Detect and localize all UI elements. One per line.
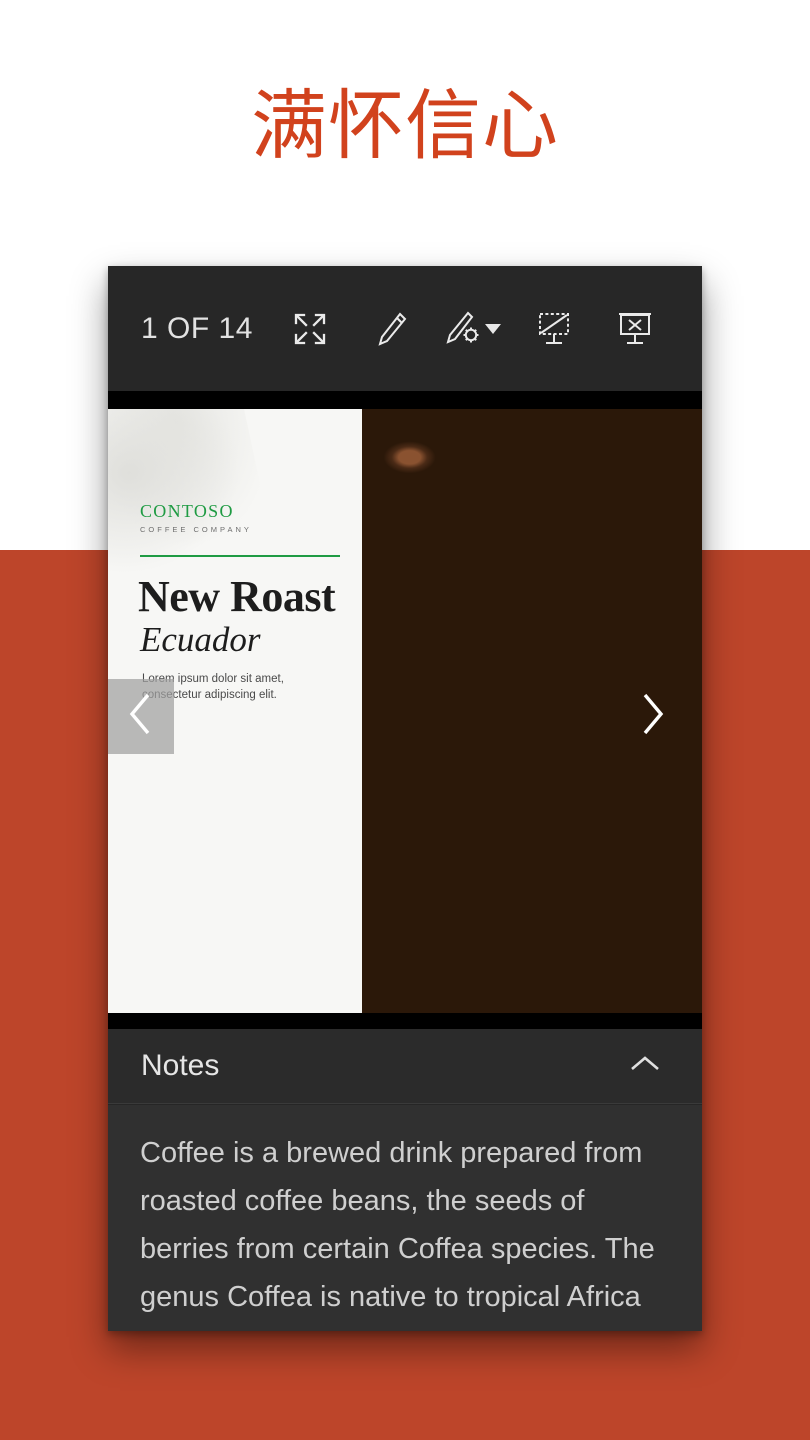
current-slide[interactable]: CONTOSO COFFEE COMPANY New Roast Ecuador… <box>108 409 702 1013</box>
powerpoint-app-panel: 1 OF 14 CONTOSO COFFEE COMPANY New Roast… <box>108 266 702 1331</box>
notes-text: Coffee is a brewed drink prepared from r… <box>140 1137 655 1331</box>
chevron-up-icon <box>628 1055 662 1079</box>
chevron-right-icon <box>637 690 667 743</box>
chevron-left-icon <box>126 690 156 743</box>
slide-counter: 1 OF 14 <box>141 311 253 345</box>
contoso-logo: CONTOSO COFFEE COMPANY <box>140 501 252 534</box>
expand-icon <box>293 312 327 346</box>
chevron-down-icon <box>485 323 501 334</box>
notes-header[interactable]: Notes <box>108 1029 702 1104</box>
pen-button[interactable] <box>363 300 421 358</box>
green-divider <box>140 555 340 557</box>
previous-slide-button[interactable] <box>108 679 174 754</box>
pen-icon <box>375 311 409 347</box>
page-headline: 满怀信心 <box>251 81 559 170</box>
next-slide-button[interactable] <box>622 679 682 754</box>
pen-settings-button[interactable] <box>444 300 501 358</box>
notes-title: Notes <box>141 1049 220 1082</box>
letterbox-top <box>108 391 702 409</box>
present-from-current-slide-button[interactable] <box>525 300 583 358</box>
slide-stage[interactable]: CONTOSO COFFEE COMPANY New Roast Ecuador… <box>108 409 702 1013</box>
notes-body[interactable]: Coffee is a brewed drink prepared from r… <box>108 1105 702 1331</box>
present-screen-icon <box>536 311 572 347</box>
brand-name: CONTOSO <box>140 501 234 521</box>
notes-collapse-button[interactable] <box>628 1053 662 1080</box>
slide-subtitle: Ecuador <box>140 620 261 659</box>
toolbar: 1 OF 14 <box>108 266 702 391</box>
brand-tagline: COFFEE COMPANY <box>140 525 252 534</box>
end-show-screen-icon <box>617 311 653 347</box>
letterbox-bottom <box>108 1013 702 1029</box>
slide-title: New Roast <box>138 572 336 621</box>
end-show-button[interactable] <box>606 300 664 358</box>
page-root: 满怀信心 1 OF 14 CONTOSO COFFEE COMPANY New … <box>0 0 810 1440</box>
toolbar-icons <box>281 300 702 358</box>
expand-fullscreen-button[interactable] <box>281 300 339 358</box>
pen-settings-icon <box>444 311 482 347</box>
